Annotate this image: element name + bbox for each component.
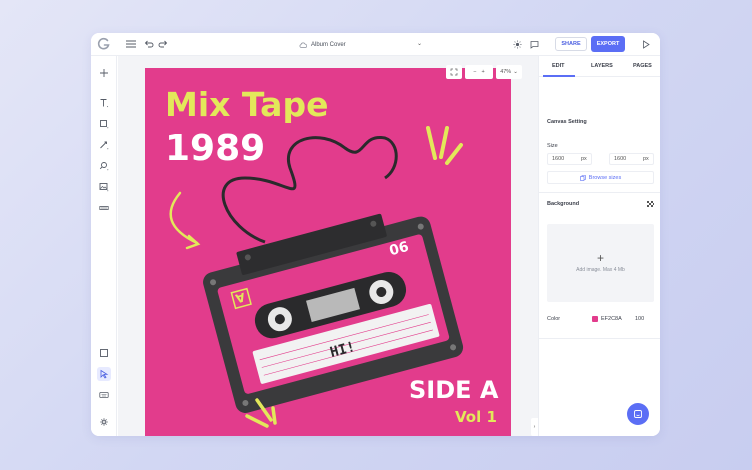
document-title[interactable]: Album Cover ⌄ xyxy=(299,39,422,51)
chevron-down-icon: ⌄ xyxy=(513,69,518,75)
chevron-down-icon[interactable]: ⌄ xyxy=(417,40,422,47)
frame-tool-icon[interactable] xyxy=(97,346,111,360)
app-logo-icon[interactable] xyxy=(97,37,111,51)
tab-edit[interactable]: EDIT xyxy=(552,63,565,69)
zoom-in-icon[interactable]: + xyxy=(482,69,485,75)
left-tool-sidebar xyxy=(91,56,117,436)
height-value: 1600 xyxy=(614,156,627,162)
top-toolbar: Album Cover ⌄ SHARE EXPORT xyxy=(91,33,660,56)
artboard[interactable]: Mix Tape 1989 A HI! 90 SIDE A Vol 1 xyxy=(145,68,511,436)
text-tool-icon[interactable] xyxy=(97,96,111,110)
canvas-area[interactable]: Mix Tape 1989 A HI! 90 SIDE A Vol 1 − + … xyxy=(118,56,538,436)
album-artwork: Mix Tape 1989 A HI! 90 SIDE A Vol 1 xyxy=(165,85,499,428)
active-tab-indicator xyxy=(543,75,575,77)
keyboard-icon[interactable] xyxy=(97,388,111,402)
height-field[interactable]: 1600 px xyxy=(609,153,654,165)
panel-expand-handle[interactable]: › xyxy=(531,418,538,436)
upload-hint: Add image. Max 4 Mb xyxy=(576,267,625,273)
zoom-controls: − + xyxy=(465,65,493,79)
search-icon[interactable] xyxy=(97,159,111,173)
play-icon[interactable] xyxy=(640,38,652,50)
panel-tabs: EDIT LAYERS PAGES xyxy=(539,56,660,77)
editor-window: Album Cover ⌄ SHARE EXPORT Mix Tape 1989… xyxy=(91,33,660,436)
color-label: Color xyxy=(547,316,561,322)
size-label: Size xyxy=(547,143,558,149)
document-title-label: Album Cover xyxy=(311,42,346,48)
height-unit: px xyxy=(643,156,649,162)
vol-label[interactable]: Vol 1 xyxy=(455,408,497,426)
settings-icon[interactable] xyxy=(97,415,111,429)
artwork-title-line2[interactable]: 1989 xyxy=(165,128,265,169)
zoom-level-select[interactable]: 47% ⌄ xyxy=(496,65,522,79)
section-divider xyxy=(539,338,660,339)
artwork-title-line1[interactable]: Mix Tape xyxy=(165,85,328,124)
tab-pages[interactable]: PAGES xyxy=(633,63,652,69)
comment-icon[interactable] xyxy=(528,38,540,50)
table-tool-icon[interactable] xyxy=(97,201,111,215)
hamburger-icon[interactable] xyxy=(125,38,137,50)
width-field[interactable]: 1600 px xyxy=(547,153,592,165)
image-upload-dropzone[interactable]: + Add image. Max 4 Mb xyxy=(547,224,654,302)
undo-icon[interactable] xyxy=(143,38,155,50)
decor-arrow xyxy=(169,191,199,245)
color-opacity-value[interactable]: 100 xyxy=(635,316,644,322)
color-hex-value[interactable]: EF2C8A xyxy=(601,316,622,322)
shape-tool-icon[interactable] xyxy=(97,117,111,131)
browse-sizes-label: Browse sizes xyxy=(588,174,622,181)
tab-layers[interactable]: LAYERS xyxy=(591,63,613,69)
zoom-toolbar: − + 47% ⌄ xyxy=(446,65,522,79)
share-button[interactable]: SHARE xyxy=(555,37,587,51)
section-divider xyxy=(539,192,660,193)
width-unit: px xyxy=(581,156,587,162)
width-value: 1600 xyxy=(552,156,565,162)
redo-icon[interactable] xyxy=(157,38,169,50)
export-button[interactable]: EXPORT xyxy=(591,36,625,52)
canvas-setting-heading: Canvas Setting xyxy=(547,119,587,125)
properties-panel: EDIT LAYERS PAGES Canvas Setting Size 16… xyxy=(538,56,660,436)
chat-icon xyxy=(634,410,642,418)
select-tool-icon[interactable] xyxy=(97,367,111,381)
browse-sizes-button[interactable]: Browse sizes xyxy=(547,171,654,184)
background-heading: Background xyxy=(547,201,580,207)
fit-screen-icon[interactable] xyxy=(446,65,462,79)
decor-rays-top xyxy=(426,126,463,165)
add-element-icon[interactable] xyxy=(97,66,111,80)
plus-icon: + xyxy=(596,251,604,265)
cloud-icon xyxy=(299,42,307,48)
image-tool-icon[interactable] xyxy=(97,180,111,194)
sun-icon[interactable] xyxy=(511,38,523,50)
chat-support-button[interactable] xyxy=(627,403,649,425)
zoom-level-value: 47% xyxy=(500,69,512,75)
line-tool-icon[interactable] xyxy=(97,138,111,152)
side-label[interactable]: SIDE A xyxy=(409,376,499,404)
transparency-grid-icon[interactable] xyxy=(647,201,654,208)
copy-icon xyxy=(579,174,586,181)
color-swatch[interactable] xyxy=(592,316,598,322)
zoom-out-icon[interactable]: − xyxy=(473,69,476,75)
